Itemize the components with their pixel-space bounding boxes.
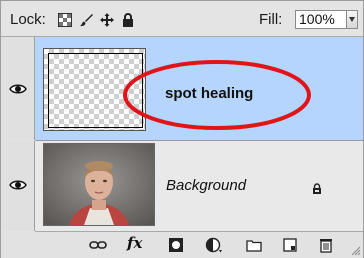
- lock-position-icon[interactable]: [100, 13, 114, 27]
- layer-name[interactable]: Background: [166, 177, 246, 194]
- delete-layer-icon[interactable]: [317, 237, 335, 253]
- add-mask-icon[interactable]: [167, 237, 185, 253]
- resize-grip-icon[interactable]: [351, 246, 361, 256]
- eye-icon[interactable]: [9, 83, 27, 95]
- link-layers-icon[interactable]: [89, 237, 107, 253]
- layer-row-background[interactable]: Background: [35, 141, 363, 232]
- new-group-icon[interactable]: [245, 237, 263, 253]
- eye-icon[interactable]: [9, 179, 27, 191]
- fill-label: Fill:: [259, 11, 283, 28]
- adjustment-layer-icon[interactable]: [205, 237, 223, 253]
- layers-toolbar: Lock: Fill: 100%: [1, 1, 363, 37]
- layer-style-icon[interactable]: fx: [127, 234, 142, 252]
- annotation-ellipse: [123, 60, 311, 130]
- layer-thumbnail-portrait: [43, 143, 155, 226]
- layers-bottom-toolbar: fx: [1, 232, 363, 258]
- lock-all-icon[interactable]: [121, 13, 135, 27]
- visibility-cell: [1, 141, 35, 231]
- lock-image-pixels-icon[interactable]: [79, 13, 93, 27]
- fill-dropdown-button[interactable]: [346, 10, 358, 29]
- portrait-image: [44, 144, 154, 225]
- visibility-cell: [1, 37, 35, 140]
- fill-input[interactable]: 100%: [295, 10, 347, 29]
- lock-transparent-pixels-icon[interactable]: [58, 13, 72, 27]
- layer-locked-icon: [313, 183, 321, 194]
- lock-label: Lock:: [10, 11, 46, 28]
- new-layer-icon[interactable]: [281, 237, 299, 253]
- layers-panel: Lock: Fill: 100% spot healing Background…: [0, 0, 364, 258]
